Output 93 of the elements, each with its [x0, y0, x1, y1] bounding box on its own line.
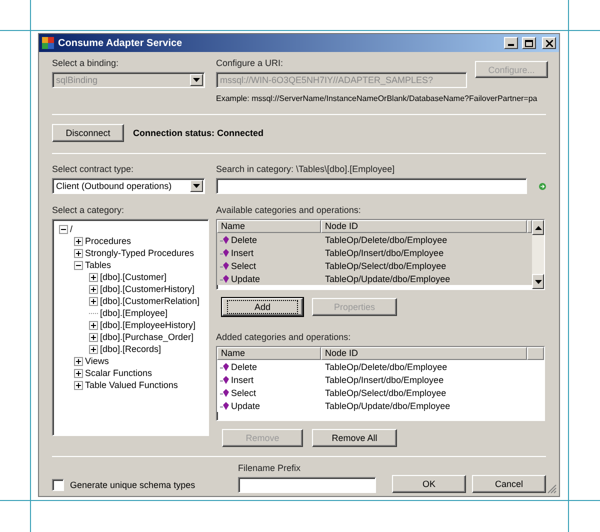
close-button[interactable]	[542, 37, 556, 49]
search-field[interactable]	[216, 178, 527, 194]
disconnect-button[interactable]: Disconnect	[52, 124, 124, 142]
name-cell: Delete	[217, 234, 321, 244]
name-cell: Select	[217, 388, 321, 398]
tree-item[interactable]: [dbo].[Employee]	[100, 308, 168, 318]
name-cell: Delete	[217, 362, 321, 372]
dropdown-arrow-icon	[534, 280, 542, 284]
expand-icon[interactable]	[89, 344, 98, 354]
expand-icon[interactable]	[74, 380, 83, 390]
column-header[interactable]: Name	[217, 347, 321, 360]
expand-icon[interactable]	[74, 248, 83, 258]
operation-icon	[220, 260, 230, 270]
expand-icon[interactable]	[74, 368, 83, 378]
operation-icon	[220, 248, 230, 258]
tree-item[interactable]: [dbo].[CustomerHistory]	[100, 284, 195, 294]
operation-icon	[220, 234, 230, 244]
expand-icon[interactable]	[74, 356, 83, 366]
scroll-up-icon	[534, 226, 542, 230]
search-label: Search in category: \Tables\[dbo].[Employee]	[216, 164, 396, 175]
maximize-button[interactable]	[522, 37, 536, 49]
expand-icon[interactable]	[89, 272, 98, 282]
app-icon	[42, 37, 54, 49]
filename-prefix-field[interactable]	[238, 477, 376, 493]
action-button[interactable]: Add	[222, 298, 303, 316]
name-cell: Update	[217, 400, 321, 410]
dialog-button[interactable]: OK	[392, 475, 466, 493]
collapse-icon[interactable]	[74, 260, 83, 270]
tree-item[interactable]: Table Valued Functions	[85, 380, 178, 390]
node-id-cell-text: TableOp/Update/dbo/Employee	[324, 400, 450, 410]
tree-item[interactable]: [dbo].[EmployeeHistory]	[100, 320, 196, 330]
tree-item[interactable]: [dbo].[CustomerRelation]	[100, 296, 200, 306]
dropdown-arrow-icon	[193, 184, 200, 188]
node-id-cell-text: TableOp/Delete/dbo/Employee	[324, 234, 448, 244]
contract-label: Select contract type:	[52, 164, 135, 175]
window-title: Consume Adapter Service	[58, 38, 184, 48]
column-header[interactable]: Name	[217, 220, 321, 233]
operation-icon	[220, 274, 230, 284]
collapse-icon[interactable]	[59, 224, 68, 234]
tree-item[interactable]: Scalar Functions	[85, 368, 152, 378]
available-label: Available categories and operations:	[216, 205, 362, 216]
expand-icon[interactable]	[89, 284, 98, 294]
filename-prefix-label: Filename Prefix	[238, 463, 302, 474]
operation-row[interactable]: Delete TableOp/Delete/dbo/Employee	[217, 233, 532, 246]
tree-item[interactable]: Strongly-Typed Procedures	[85, 248, 194, 258]
expand-icon[interactable]	[74, 236, 83, 246]
node-id-cell-text: TableOp/Select/dbo/Employee	[324, 260, 446, 270]
tree-item[interactable]: [dbo].[Purchase_Order]	[100, 332, 194, 342]
column-header[interactable]: Node ID	[321, 220, 527, 233]
node-id-cell-text: TableOp/Insert/dbo/Employee	[324, 374, 444, 384]
checkbox-label: Generate unique schema types	[70, 480, 196, 490]
expand-icon[interactable]	[89, 320, 98, 330]
name-cell: Insert	[217, 248, 321, 258]
dialog-button[interactable]: Cancel	[472, 475, 546, 493]
go-icon[interactable]	[539, 181, 546, 192]
tree-item[interactable]: Procedures	[85, 236, 132, 246]
operation-icon	[220, 374, 230, 384]
connection-status: Connection status: Connected	[133, 128, 264, 138]
action-button[interactable]: Remove All	[312, 429, 397, 447]
name-cell: Insert	[217, 374, 321, 384]
operation-icon	[220, 400, 230, 410]
operation-row[interactable]: Update TableOp/Update/dbo/Employee	[217, 272, 532, 285]
operation-icon	[220, 388, 230, 398]
minimize-button[interactable]	[504, 37, 518, 49]
operation-icon	[220, 362, 230, 372]
maximize-icon	[525, 40, 533, 46]
tree-item[interactable]: [dbo].[Records]	[100, 344, 162, 354]
binding-label: Select a binding:	[52, 58, 120, 69]
name-cell: Select	[217, 260, 321, 270]
node-id-cell-text: TableOp/Select/dbo/Employee	[324, 388, 446, 398]
column-header[interactable]: Node ID	[321, 347, 527, 360]
operation-row[interactable]: Insert TableOp/Insert/dbo/Employee	[217, 246, 532, 259]
contract-dropdown[interactable]: Client (Outbound operations)	[52, 178, 205, 194]
node-id-cell-text: TableOp/Delete/dbo/Employee	[324, 362, 448, 372]
tree-item[interactable]: /	[70, 224, 73, 234]
node-id-cell-text: TableOp/Update/dbo/Employee	[324, 274, 450, 284]
name-cell: Update	[217, 274, 321, 284]
scrollbar[interactable]	[532, 220, 544, 289]
category-label: Select a category:	[52, 205, 126, 216]
tree-item[interactable]: [dbo].[Customer]	[100, 272, 167, 282]
uri-label: Configure a URI:	[216, 58, 284, 69]
added-label: Added categories and operations:	[216, 332, 352, 343]
tree-item[interactable]: Tables	[85, 260, 112, 270]
node-id-cell-text: TableOp/Insert/dbo/Employee	[324, 248, 444, 258]
checkbox[interactable]	[52, 479, 64, 491]
dropdown-arrow-icon	[193, 78, 200, 82]
expand-icon[interactable]	[89, 296, 98, 306]
resize-grip-icon[interactable]	[547, 484, 557, 494]
operation-row[interactable]: Select TableOp/Select/dbo/Employee	[217, 259, 532, 272]
uri-example: Example: mssql://ServerName/InstanceNameOrBlank/DatabaseName?FailoverPartner=pa	[216, 94, 538, 104]
expand-icon[interactable]	[89, 332, 98, 342]
close-icon	[546, 40, 552, 46]
tree-item[interactable]: Views	[85, 356, 109, 366]
